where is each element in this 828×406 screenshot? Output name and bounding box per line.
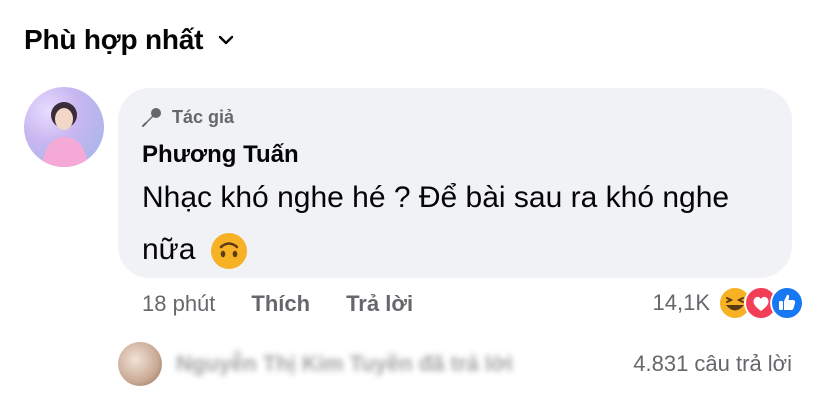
sort-dropdown[interactable]: Phù hợp nhất <box>24 20 235 60</box>
comment-text-wrap: Nhạc khó nghe hé ? Để bài sau ra khó ngh… <box>142 172 782 276</box>
reaction-summary[interactable]: 14,1K <box>652 286 804 320</box>
like-button[interactable]: Thích <box>251 291 310 317</box>
avatar-image <box>42 102 88 167</box>
comment-timestamp[interactable]: 18 phút <box>142 291 215 317</box>
reply-count-link[interactable]: 4.831 câu trả lời <box>633 351 792 377</box>
reply-button[interactable]: Trả lời <box>346 291 413 317</box>
reaction-icons <box>718 286 804 320</box>
sort-label: Phù hợp nhất <box>24 24 204 55</box>
upside-down-face-icon <box>210 233 247 270</box>
commenter-avatar[interactable] <box>24 87 104 167</box>
author-badge: Tác giả <box>140 105 234 129</box>
replies-preview[interactable]: Nguyễn Thị Kim Tuyền đã trả lời 4.831 câ… <box>118 342 798 386</box>
comment-actions: 18 phút Thích Trả lời <box>142 289 449 319</box>
microphone-icon <box>142 108 161 127</box>
author-badge-label: Tác giả <box>172 106 235 127</box>
reply-avatar <box>118 342 162 386</box>
comment-bubble: Tác giả Phương Tuấn Nhạc khó nghe hé ? Đ… <box>118 88 792 278</box>
reply-preview-name: Nguyễn Thị Kim Tuyền đã trả lời <box>176 351 513 376</box>
reaction-count: 14,1K <box>652 290 711 315</box>
comment-author-name[interactable]: Phương Tuấn <box>142 141 299 169</box>
like-icon <box>770 286 804 320</box>
chevron-down-icon <box>219 35 234 45</box>
